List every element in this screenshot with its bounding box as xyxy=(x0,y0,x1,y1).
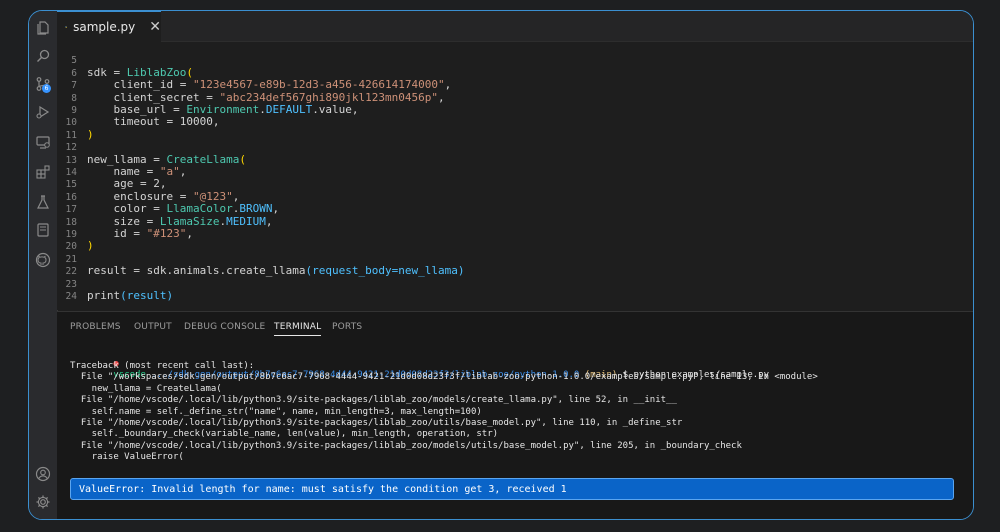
code-token: "123e4567-e89b-12d3-a456-426614174000" xyxy=(192,78,445,91)
terminal-output-line: raise ValueError( xyxy=(70,452,184,463)
code-token: DEFAULT xyxy=(265,103,313,116)
terminal-output-line: self.name = self._define_str("name", nam… xyxy=(70,406,482,417)
code-line[interactable]: 7 client_id = "123e4567-e89b-12d3-a456-4… xyxy=(57,78,451,92)
code-token: ) xyxy=(87,239,94,252)
code-token: ) xyxy=(87,128,94,141)
search-icon[interactable] xyxy=(34,47,52,65)
code-token: result xyxy=(126,289,167,302)
tab-debug-console[interactable]: DEBUG CONSOLE xyxy=(184,322,265,332)
code-line[interactable]: 11) xyxy=(57,128,94,142)
code-token: ( xyxy=(239,153,246,166)
notebook-icon[interactable] xyxy=(34,221,52,239)
tab-filename: sample.py xyxy=(73,20,136,34)
code-text: timeout = 10000, xyxy=(87,115,219,128)
code-text: result = sdk.animals.create_llama(reques… xyxy=(87,264,465,277)
activity-bar: 6 xyxy=(29,11,58,519)
code-token: . xyxy=(259,103,266,116)
run-debug-icon[interactable] xyxy=(34,103,52,121)
code-token: color = xyxy=(87,202,167,215)
terminal-output-line: new_llama = CreateLlama( xyxy=(70,383,222,394)
code-token: , xyxy=(438,91,445,104)
python-icon xyxy=(65,26,67,28)
tab-terminal[interactable]: TERMINAL xyxy=(274,322,322,336)
code-line[interactable]: 15 age = 2, xyxy=(57,177,167,191)
line-number: 20 xyxy=(65,241,77,252)
line-number: 5 xyxy=(71,55,77,66)
line-number: 24 xyxy=(65,291,77,302)
github-icon[interactable] xyxy=(34,251,52,269)
code-token: 10000 xyxy=(179,115,213,128)
testing-flask-icon[interactable] xyxy=(34,193,52,211)
terminal-output-line: File "/workspaces/sdk-gen/output/8b7c6ac… xyxy=(70,372,818,383)
code-token: ( xyxy=(120,289,127,302)
gear-icon[interactable] xyxy=(34,493,52,511)
error-message-box: ValueError: Invalid length for name: mus… xyxy=(70,478,954,500)
tab-output[interactable]: OUTPUT xyxy=(134,322,172,332)
code-token: , xyxy=(179,165,187,178)
remote-explorer-icon[interactable] xyxy=(34,133,52,151)
terminal-output-line: File "/home/vscode/.local/lib/python3.9/… xyxy=(70,418,683,428)
bottom-panel: PROBLEMS OUTPUT DEBUG CONSOLE TERMINAL P… xyxy=(57,311,973,519)
code-text: color = LlamaColor.BROWN, xyxy=(87,202,279,215)
line-number: 15 xyxy=(65,179,77,190)
code-text: id = "#123", xyxy=(87,227,193,240)
code-line[interactable]: 22 result = sdk.animals.create_llama(requ… xyxy=(57,264,465,278)
code-token: .value, xyxy=(312,103,359,116)
code-editor[interactable]: 5 6 sdk = LiblabZoo(7 client_id = "123e456… xyxy=(57,42,973,310)
code-token: , xyxy=(272,202,280,215)
code-token: LlamaColor xyxy=(166,202,233,215)
tab-ports[interactable]: PORTS xyxy=(332,322,362,332)
code-line[interactable]: 12 xyxy=(57,141,87,153)
terminal-prompt: ● vscode .../sdk-gen/output/8b7c6ac7-796… xyxy=(70,348,769,380)
code-token: , xyxy=(186,227,193,240)
code-line[interactable]: 23 xyxy=(57,278,87,290)
tab-problems[interactable]: PROBLEMS xyxy=(70,322,121,332)
account-icon[interactable] xyxy=(34,465,52,483)
line-number: 22 xyxy=(65,266,77,277)
code-text: print(result) xyxy=(87,289,173,302)
line-number: 17 xyxy=(65,204,77,215)
code-line[interactable]: 19 id = "#123", xyxy=(57,227,193,241)
extensions-icon[interactable] xyxy=(34,163,52,181)
code-line[interactable]: 20) xyxy=(57,239,94,253)
code-token: timeout = xyxy=(87,115,180,128)
code-token: ) xyxy=(166,289,174,302)
line-number: 7 xyxy=(71,80,77,91)
code-line[interactable]: 5 xyxy=(57,54,87,66)
terminal-output-line: File "/home/vscode/.local/lib/python3.9/… xyxy=(70,440,742,451)
terminal-output-line: Traceback (most recent call last): xyxy=(70,361,255,371)
code-text: age = 2, xyxy=(87,177,166,190)
line-number: 12 xyxy=(65,142,77,153)
code-line[interactable]: 24 print(result) xyxy=(57,289,174,303)
code-token: BROWN xyxy=(239,202,273,215)
code-line[interactable]: 21 xyxy=(57,253,87,265)
code-text: ) xyxy=(87,239,94,252)
explorer-icon[interactable] xyxy=(34,19,52,37)
code-line[interactable]: 10 timeout = 10000, xyxy=(57,115,220,129)
source-control-badge: 6 xyxy=(42,84,51,93)
code-token: client_id = xyxy=(87,78,193,91)
code-token: MEDIUM xyxy=(226,215,266,228)
terminal-output-line: self._boundary_check(variable_name, len(… xyxy=(70,429,499,440)
code-token: id = xyxy=(87,227,147,240)
code-token: , xyxy=(444,78,452,91)
code-text: client_id = "123e4567-e89b-12d3-a456-426… xyxy=(87,78,451,91)
line-number: 10 xyxy=(65,117,77,128)
code-token: age = 2, xyxy=(87,177,167,190)
code-token: "#123" xyxy=(146,227,187,240)
tab-sample-py[interactable]: sample.py ✕ xyxy=(57,11,161,42)
code-token: print xyxy=(87,289,121,302)
editor-tab-bar: sample.py ✕ xyxy=(57,11,973,42)
code-text: ) xyxy=(87,128,94,141)
code-token: result = sdk.animals.create_llama xyxy=(87,264,306,277)
close-tab-icon[interactable]: ✕ xyxy=(149,19,161,35)
terminal-output-line: File "/home/vscode/.local/lib/python3.9/… xyxy=(70,395,677,406)
code-token: , xyxy=(265,215,273,228)
code-line[interactable]: 17 color = LlamaColor.BROWN, xyxy=(57,202,280,216)
vscode-window: 6 sample.py ✕ 5 6 sdk = LiblabZoo(7 cli… xyxy=(28,10,974,520)
code-token: ) xyxy=(457,264,465,277)
code-token: request_body=new_llama xyxy=(312,264,458,277)
code-token: , xyxy=(212,115,220,128)
